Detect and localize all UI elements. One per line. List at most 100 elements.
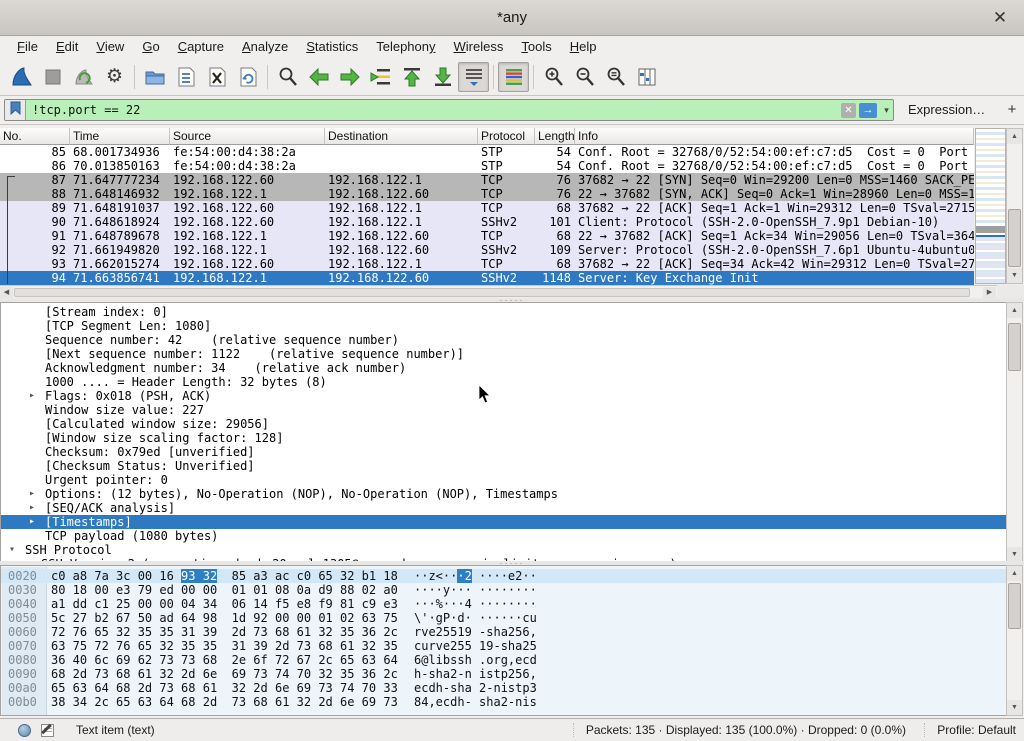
hex-row-0030[interactable]: 003080 18 00 e3 79 ed 00 00 01 01 08 0a …	[1, 583, 1006, 597]
intelligent-scrollbar-minimap[interactable]	[975, 128, 1006, 284]
scroll-down-icon[interactable]: ▼	[1007, 547, 1022, 562]
detail-line[interactable]: ▸[Timestamps]	[1, 515, 1006, 529]
detail-line[interactable]: Sequence number: 42 (relative sequence n…	[1, 333, 1006, 347]
hex-row-00b0[interactable]: 00b038 34 2c 65 63 64 68 2d 73 68 61 32 …	[1, 695, 1006, 709]
packet-row-89[interactable]: 8971.648191037192.168.122.60192.168.122.…	[0, 201, 974, 215]
zoom-out-button[interactable]	[569, 62, 600, 92]
hex-row-0070[interactable]: 007063 75 72 76 65 32 35 35 31 39 2d 73 …	[1, 639, 1006, 653]
detail-line[interactable]: [Checksum Status: Unverified]	[1, 459, 1006, 473]
column-header-source[interactable]: Source	[170, 128, 325, 145]
scroll-left-icon[interactable]: ◀	[0, 287, 13, 298]
detail-line[interactable]: [TCP Segment Len: 1080]	[1, 319, 1006, 333]
scroll-thumb[interactable]	[1008, 323, 1021, 371]
packet-row-93[interactable]: 9371.662015274192.168.122.60192.168.122.…	[0, 257, 974, 271]
packet-list-vscrollbar[interactable]: ▲ ▼	[1006, 128, 1023, 284]
scroll-down-icon[interactable]: ▼	[1007, 700, 1022, 715]
detail-line[interactable]: [Window size scaling factor: 128]	[1, 431, 1006, 445]
title-bar[interactable]: *any ✕	[0, 0, 1024, 36]
packet-row-85[interactable]: 8568.001734936fe:54:00:d4:38:2aSTP54Conf…	[0, 145, 974, 159]
start-capture-button[interactable]	[6, 62, 37, 92]
scroll-up-icon[interactable]: ▲	[1007, 129, 1022, 144]
auto-scroll-button[interactable]	[458, 62, 489, 92]
find-packet-button[interactable]	[272, 62, 303, 92]
zoom-original-button[interactable]	[600, 62, 631, 92]
expert-info-icon[interactable]	[18, 724, 31, 737]
close-file-button[interactable]	[201, 62, 232, 92]
scroll-down-icon[interactable]: ▼	[1007, 268, 1022, 283]
open-file-button[interactable]	[139, 62, 170, 92]
scroll-thumb[interactable]	[14, 288, 970, 297]
menu-statistics[interactable]: Statistics	[297, 36, 367, 58]
go-back-button[interactable]	[303, 62, 334, 92]
capture-options-button[interactable]: ⚙	[99, 62, 130, 92]
packet-row-87[interactable]: 8771.647777234192.168.122.60192.168.122.…	[0, 173, 974, 187]
detail-line[interactable]: Window size value: 227	[1, 403, 1006, 417]
column-header-time[interactable]: Time	[70, 128, 170, 145]
hex-row-0040[interactable]: 0040a1 dd c1 25 00 00 04 34 06 14 f5 e8 …	[1, 597, 1006, 611]
column-header-no[interactable]: No.	[0, 128, 70, 145]
go-to-packet-button[interactable]	[365, 62, 396, 92]
packet-row-90[interactable]: 9071.648618924192.168.122.60192.168.122.…	[0, 215, 974, 229]
menu-capture[interactable]: Capture	[169, 36, 233, 58]
detail-line[interactable]: Urgent pointer: 0	[1, 473, 1006, 487]
restart-capture-button[interactable]	[68, 62, 99, 92]
menu-go[interactable]: Go	[133, 36, 168, 58]
go-first-packet-button[interactable]	[396, 62, 427, 92]
resize-columns-button[interactable]	[631, 62, 662, 92]
add-filter-button[interactable]: +	[1004, 99, 1020, 121]
menu-file[interactable]: File	[8, 36, 47, 58]
close-window-icon[interactable]: ✕	[988, 0, 1012, 36]
hex-row-0050[interactable]: 00505c 27 b2 67 50 ad 64 98 1d 92 00 00 …	[1, 611, 1006, 625]
scroll-thumb[interactable]	[1008, 209, 1021, 267]
detail-line[interactable]: ▸[SEQ/ACK analysis]	[1, 501, 1006, 515]
detail-line[interactable]: [Next sequence number: 1122 (relative se…	[1, 347, 1006, 361]
scroll-up-icon[interactable]: ▲	[1007, 303, 1022, 318]
packet-row-91[interactable]: 9171.648789678192.168.122.1192.168.122.6…	[0, 229, 974, 243]
profile-status[interactable]: Profile: Default	[924, 723, 1016, 737]
hex-row-0080[interactable]: 008036 40 6c 69 62 73 73 68 2e 6f 72 67 …	[1, 653, 1006, 667]
hex-row-0090[interactable]: 009068 2d 73 68 61 32 2d 6e 69 73 74 70 …	[1, 667, 1006, 681]
filter-clear-icon[interactable]: ✕	[841, 103, 856, 118]
hex-row-00a0[interactable]: 00a065 63 64 68 2d 73 68 61 32 2d 6e 69 …	[1, 681, 1006, 695]
display-filter-field[interactable]: ✕ → ▾	[4, 99, 894, 121]
menu-tools[interactable]: Tools	[512, 36, 560, 58]
display-filter-input[interactable]	[26, 100, 841, 120]
colorize-packets-button[interactable]	[498, 62, 529, 92]
hex-row-0020[interactable]: 0020c0 a8 7a 3c 00 16 93 32 85 a3 ac c0 …	[1, 569, 1006, 583]
detail-line[interactable]: ▸Options: (12 bytes), No-Operation (NOP)…	[1, 487, 1006, 501]
column-header-info[interactable]: Info	[575, 128, 974, 145]
go-last-packet-button[interactable]	[427, 62, 458, 92]
menu-telephony[interactable]: Telephony	[367, 36, 444, 58]
detail-vscrollbar[interactable]: ▲ ▼	[1006, 302, 1023, 563]
hex-vscrollbar[interactable]: ▲ ▼	[1006, 565, 1023, 716]
filter-apply-icon[interactable]: →	[859, 103, 877, 118]
column-header-protocol[interactable]: Protocol	[478, 128, 535, 145]
filter-history-dropdown-icon[interactable]: ▾	[880, 105, 893, 116]
expression-button[interactable]: Expression…	[908, 99, 985, 121]
go-forward-button[interactable]	[334, 62, 365, 92]
packet-list-hscrollbar[interactable]: ◀ ▶	[0, 285, 997, 298]
detail-line[interactable]: Checksum: 0x79ed [unverified]	[1, 445, 1006, 459]
detail-line[interactable]: [Stream index: 0]	[1, 305, 1006, 319]
menu-view[interactable]: View	[87, 36, 133, 58]
packet-row-88[interactable]: 8871.648146932192.168.122.1192.168.122.6…	[0, 187, 974, 201]
stop-capture-button[interactable]	[37, 62, 68, 92]
zoom-in-button[interactable]	[538, 62, 569, 92]
reload-file-button[interactable]	[232, 62, 263, 92]
menu-wireless[interactable]: Wireless	[445, 36, 513, 58]
detail-line[interactable]: TCP payload (1080 bytes)	[1, 529, 1006, 543]
detail-line[interactable]: [Calculated window size: 29056]	[1, 417, 1006, 431]
filter-bookmark-button[interactable]	[5, 100, 26, 120]
capture-comment-icon[interactable]	[41, 724, 54, 737]
menu-help[interactable]: Help	[561, 36, 606, 58]
detail-line[interactable]: 1000 .... = Header Length: 32 bytes (8)	[1, 375, 1006, 389]
detail-line[interactable]: ▸Flags: 0x018 (PSH, ACK)	[1, 389, 1006, 403]
column-header-length[interactable]: Length	[535, 128, 575, 145]
scroll-right-icon[interactable]: ▶	[983, 287, 996, 298]
detail-line[interactable]: ▾SSH Protocol	[1, 543, 1006, 557]
column-header-destination[interactable]: Destination	[325, 128, 478, 145]
packet-row-94[interactable]: 9471.663856741192.168.122.1192.168.122.6…	[0, 271, 974, 285]
menu-analyze[interactable]: Analyze	[233, 36, 297, 58]
hex-row-0060[interactable]: 006072 76 65 32 35 35 31 39 2d 73 68 61 …	[1, 625, 1006, 639]
packet-row-92[interactable]: 9271.661949820192.168.122.1192.168.122.6…	[0, 243, 974, 257]
